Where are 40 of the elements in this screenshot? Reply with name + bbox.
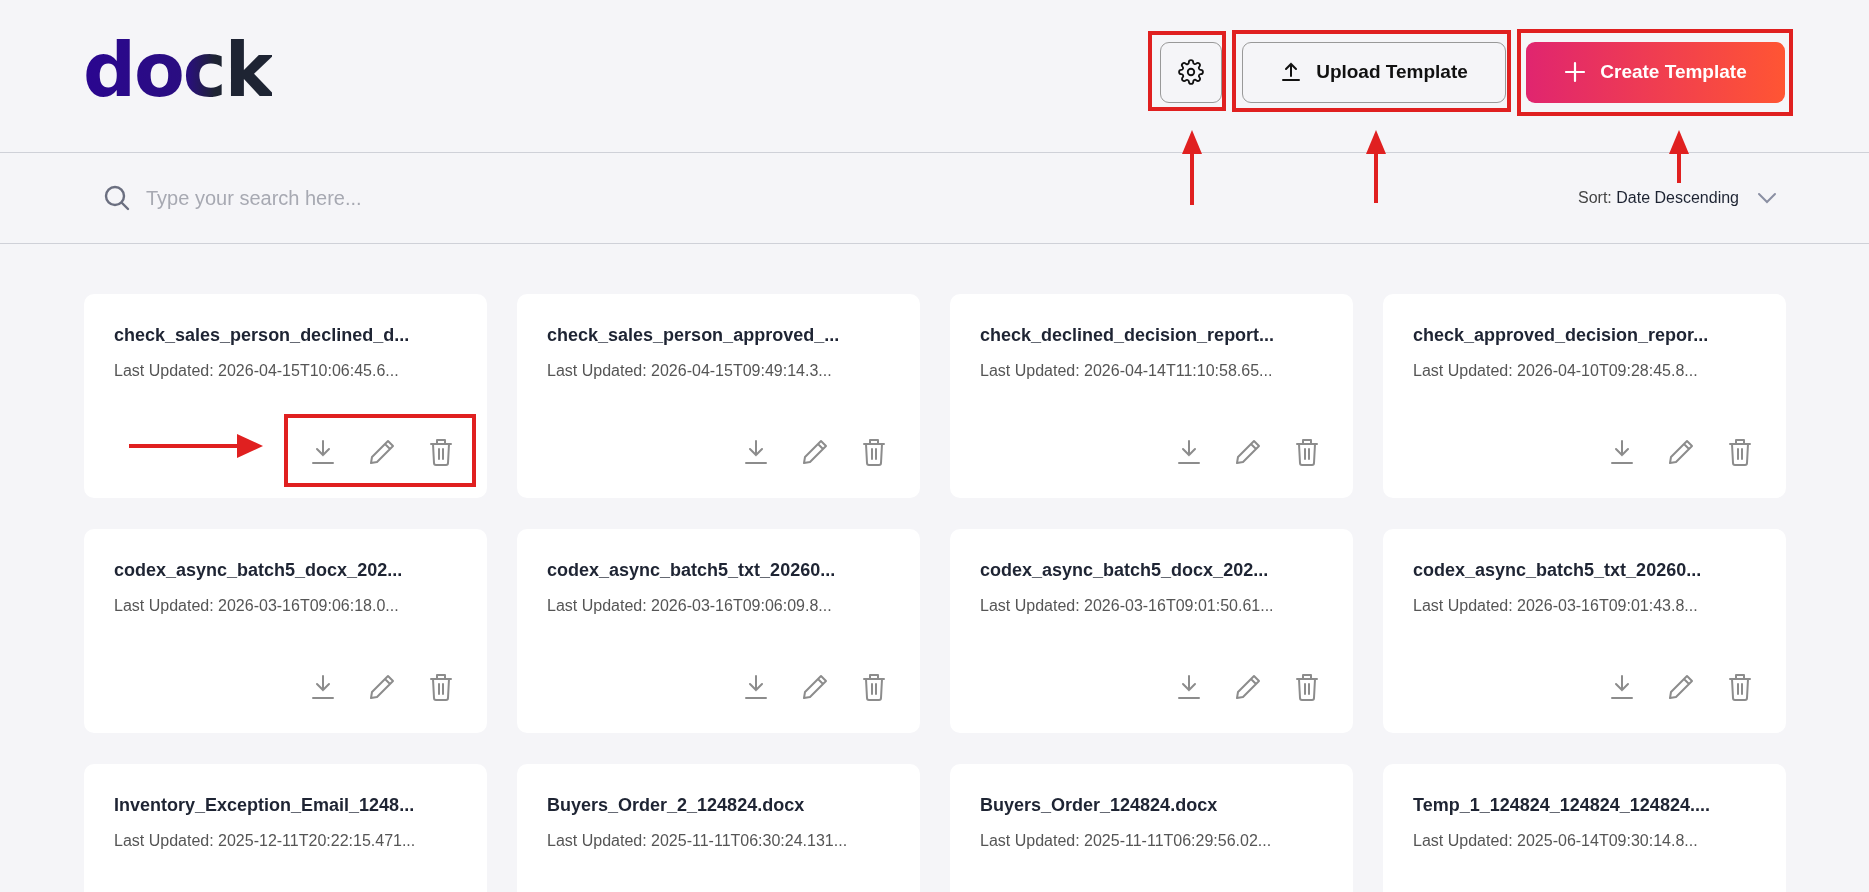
last-updated-text: Last Updated: 2026-03-16T09:01:43.8... — [1413, 597, 1699, 615]
template-title: check_sales_person_declined_d... — [114, 325, 411, 346]
template-card[interactable]: codex_async_batch5_docx_202... Last Updated: 2026-03-16T09:01:50.61... — [950, 529, 1353, 733]
template-card[interactable]: check_approved_decision_repor... Last Updated: 2026-04-10T09:28:45.8... — [1383, 294, 1786, 498]
template-title: Buyers_Order_124824.docx — [980, 795, 1219, 816]
last-updated-text: Last Updated: 2026-03-16T09:06:18.0... — [114, 597, 400, 615]
sort-dropdown[interactable]: Sort: Date Descending — [1572, 188, 1783, 208]
template-title: Buyers_Order_2_124824.docx — [547, 795, 806, 816]
last-updated-text: Last Updated: 2025-06-14T09:30:14.8... — [1413, 832, 1699, 850]
template-card[interactable]: Buyers_Order_124824.docx Last Updated: 2025-11-11T06:29:56.02... — [950, 764, 1353, 892]
template-title: codex_async_batch5_txt_20260... — [1413, 560, 1703, 581]
template-title: check_approved_decision_repor... — [1413, 325, 1710, 346]
last-updated-text: Last Updated: 2026-04-15T09:49:14.3... — [547, 362, 833, 380]
template-card[interactable]: Inventory_Exception_Email_1248... Last Updated: 2025-12-11T20:22:15.471... — [84, 764, 487, 892]
template-title: check_declined_decision_report... — [980, 325, 1276, 346]
template-title: Temp_1_124824_124824_124824.... — [1413, 795, 1711, 816]
template-card[interactable]: Temp_1_124824_124824_124824.... Last Updated: 2025-06-14T09:30:14.8... — [1383, 764, 1786, 892]
last-updated-text: Last Updated: 2025-11-11T06:30:24.131... — [547, 832, 849, 850]
last-updated-text: Last Updated: 2025-11-11T06:29:56.02... — [980, 832, 1273, 850]
template-title: codex_async_batch5_docx_202... — [114, 560, 404, 581]
template-card[interactable]: codex_async_batch5_txt_20260... Last Updated: 2026-03-16T09:01:43.8... — [1383, 529, 1786, 733]
template-card[interactable]: Buyers_Order_2_124824.docx Last Updated: 2025-11-11T06:30:24.131... — [517, 764, 920, 892]
create-template-button[interactable]: Create Template — [1526, 41, 1785, 103]
template-card[interactable]: check_sales_person_approved_... Last Updated: 2026-04-15T09:49:14.3... — [517, 294, 920, 498]
template-title: codex_async_batch5_txt_20260... — [547, 560, 837, 581]
template-card[interactable]: check_sales_person_declined_d... Last Updated: 2026-04-15T10:06:45.6... — [84, 294, 487, 498]
last-updated-text: Last Updated: 2026-03-16T09:01:50.61... — [980, 597, 1275, 615]
template-card[interactable]: codex_async_batch5_docx_202... Last Updated: 2026-03-16T09:06:18.0... — [84, 529, 487, 733]
last-updated-text: Last Updated: 2026-04-15T10:06:45.6... — [114, 362, 400, 380]
template-card[interactable]: check_declined_decision_report... Last Updated: 2026-04-14T11:10:58.65... — [950, 294, 1353, 498]
template-title: codex_async_batch5_docx_202... — [980, 560, 1270, 581]
template-title: check_sales_person_approved_... — [547, 325, 841, 346]
upload-template-button[interactable]: Upload Template — [1242, 41, 1506, 103]
last-updated-text: Last Updated: 2026-03-16T09:06:09.8... — [547, 597, 833, 615]
last-updated-text: Last Updated: 2026-04-14T11:10:58.65... — [980, 362, 1274, 380]
last-updated-text: Last Updated: 2025-12-11T20:22:15.471... — [114, 832, 417, 850]
search-field[interactable]: Type your search here... — [144, 185, 548, 211]
last-updated-text: Last Updated: 2026-04-10T09:28:45.8... — [1413, 362, 1699, 380]
template-title: Inventory_Exception_Email_1248... — [114, 795, 416, 816]
template-card[interactable]: codex_async_batch5_txt_20260... Last Updated: 2026-03-16T09:06:09.8... — [517, 529, 920, 733]
